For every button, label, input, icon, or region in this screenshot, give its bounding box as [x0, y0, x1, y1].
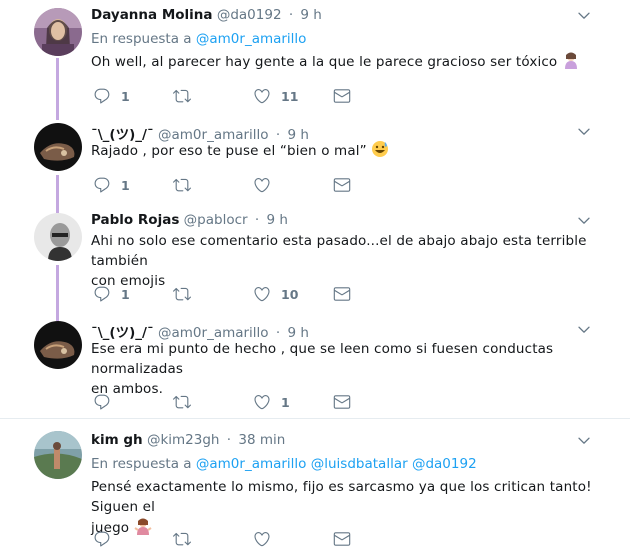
author-name[interactable]: Pablo Rojas — [91, 212, 179, 228]
reply-icon — [93, 176, 111, 194]
chevron-down-icon[interactable] — [576, 433, 592, 449]
like-icon — [253, 530, 271, 548]
retweet-icon — [173, 530, 191, 548]
tweet-text: Rajado , por eso te puse el “bien o mal” — [91, 143, 367, 159]
like-icon — [253, 393, 271, 411]
avatar[interactable] — [34, 123, 82, 171]
timestamp[interactable]: 38 min — [238, 432, 285, 448]
retweet-button[interactable] — [173, 392, 191, 412]
author-handle[interactable]: @pablocr — [184, 212, 248, 228]
like-icon — [253, 176, 271, 194]
tweet-text: Oh well, al parecer hay gente a la que l… — [91, 54, 558, 70]
like-button[interactable]: 1 — [253, 392, 290, 412]
tweet-text-line: Ahi no solo ese comentario esta pasado..… — [91, 233, 587, 269]
reply-prefix: En respuesta a — [91, 456, 192, 472]
chevron-down-icon[interactable] — [576, 322, 592, 338]
reply-icon — [93, 393, 111, 411]
tweet-text-line: Ese era mi punto de hecho , que se leen … — [91, 341, 554, 377]
retweet-button[interactable] — [173, 175, 191, 195]
divider — [0, 418, 630, 419]
like-icon — [253, 285, 271, 303]
chevron-down-icon[interactable] — [576, 213, 592, 229]
author-name[interactable]: Dayanna Molina — [91, 7, 213, 23]
author-handle[interactable]: @kim23gh — [147, 432, 220, 448]
like-button[interactable] — [253, 175, 271, 195]
avatar[interactable] — [34, 8, 82, 56]
reply-prefix: En respuesta a — [91, 31, 192, 47]
reply-mention[interactable]: @luisdbatallar — [311, 456, 408, 472]
timestamp[interactable]: 9 h — [300, 7, 321, 23]
reply-count: 1 — [121, 177, 130, 193]
dm-icon — [333, 87, 351, 105]
dm-icon — [333, 393, 351, 411]
dm-button[interactable] — [333, 529, 351, 549]
reply-button[interactable]: 1 — [93, 86, 130, 106]
tweet[interactable]: kim gh @kim23gh · 38 min En respuesta a … — [0, 424, 630, 554]
tweet-text-line: Pensé exactamente lo mismo, fijo es sarc… — [91, 479, 592, 515]
avatar[interactable] — [34, 213, 82, 261]
author-handle[interactable]: @da0192 — [217, 7, 282, 23]
reply-button[interactable] — [93, 529, 111, 549]
timestamp[interactable]: 9 h — [266, 212, 287, 228]
avatar[interactable] — [34, 321, 82, 369]
reply-count: 1 — [121, 88, 130, 104]
dm-button[interactable] — [333, 392, 351, 412]
like-button[interactable]: 10 — [253, 284, 298, 304]
like-count: 1 — [281, 394, 290, 410]
reply-button[interactable]: 1 — [93, 175, 130, 195]
dm-button[interactable] — [333, 284, 351, 304]
dm-button[interactable] — [333, 86, 351, 106]
separator-dot: · — [254, 212, 260, 228]
reply-count: 1 — [121, 286, 130, 302]
retweet-icon — [173, 393, 191, 411]
separator-dot: · — [288, 7, 294, 23]
reply-icon — [93, 285, 111, 303]
reply-mention[interactable]: @da0192 — [412, 456, 477, 472]
reply-button[interactable] — [93, 392, 111, 412]
like-button[interactable]: 11 — [253, 86, 298, 106]
dm-icon — [333, 285, 351, 303]
like-icon — [253, 87, 271, 105]
separator-dot: · — [226, 432, 232, 448]
avatar[interactable] — [34, 431, 82, 479]
retweet-icon — [173, 285, 191, 303]
reply-mention[interactable]: @am0r_amarillo — [196, 31, 307, 47]
chevron-down-icon[interactable] — [576, 124, 592, 140]
dm-button[interactable] — [333, 175, 351, 195]
retweet-button[interactable] — [173, 86, 191, 106]
dm-icon — [333, 176, 351, 194]
reply-icon — [93, 87, 111, 105]
tweet[interactable]: ¯\_(ツ)_/¯ @am0r_amarillo · 9 h Ese era m… — [0, 316, 630, 416]
dm-icon — [333, 530, 351, 548]
grinning-sweat-emoji — [371, 140, 389, 164]
tweet[interactable]: Dayanna Molina @da0192 · 9 h En respuest… — [0, 0, 630, 110]
like-count: 11 — [281, 88, 299, 104]
chevron-down-icon[interactable] — [576, 8, 592, 24]
retweet-icon — [173, 87, 191, 105]
reply-icon — [93, 530, 111, 548]
retweet-button[interactable] — [173, 529, 191, 549]
author-name[interactable]: kim gh — [91, 432, 143, 448]
like-button[interactable] — [253, 529, 271, 549]
woman-gesturing-emoji — [562, 51, 580, 75]
like-count: 10 — [281, 286, 299, 302]
tweet[interactable]: ¯\_(ツ)_/¯ @am0r_amarillo · 9 h Rajado , … — [0, 118, 630, 204]
retweet-button[interactable] — [173, 284, 191, 304]
tweet[interactable]: Pablo Rojas @pablocr · 9 h Ahi no solo e… — [0, 206, 630, 312]
reply-mention[interactable]: @am0r_amarillo — [196, 456, 307, 472]
reply-button[interactable]: 1 — [93, 284, 130, 304]
retweet-icon — [173, 176, 191, 194]
